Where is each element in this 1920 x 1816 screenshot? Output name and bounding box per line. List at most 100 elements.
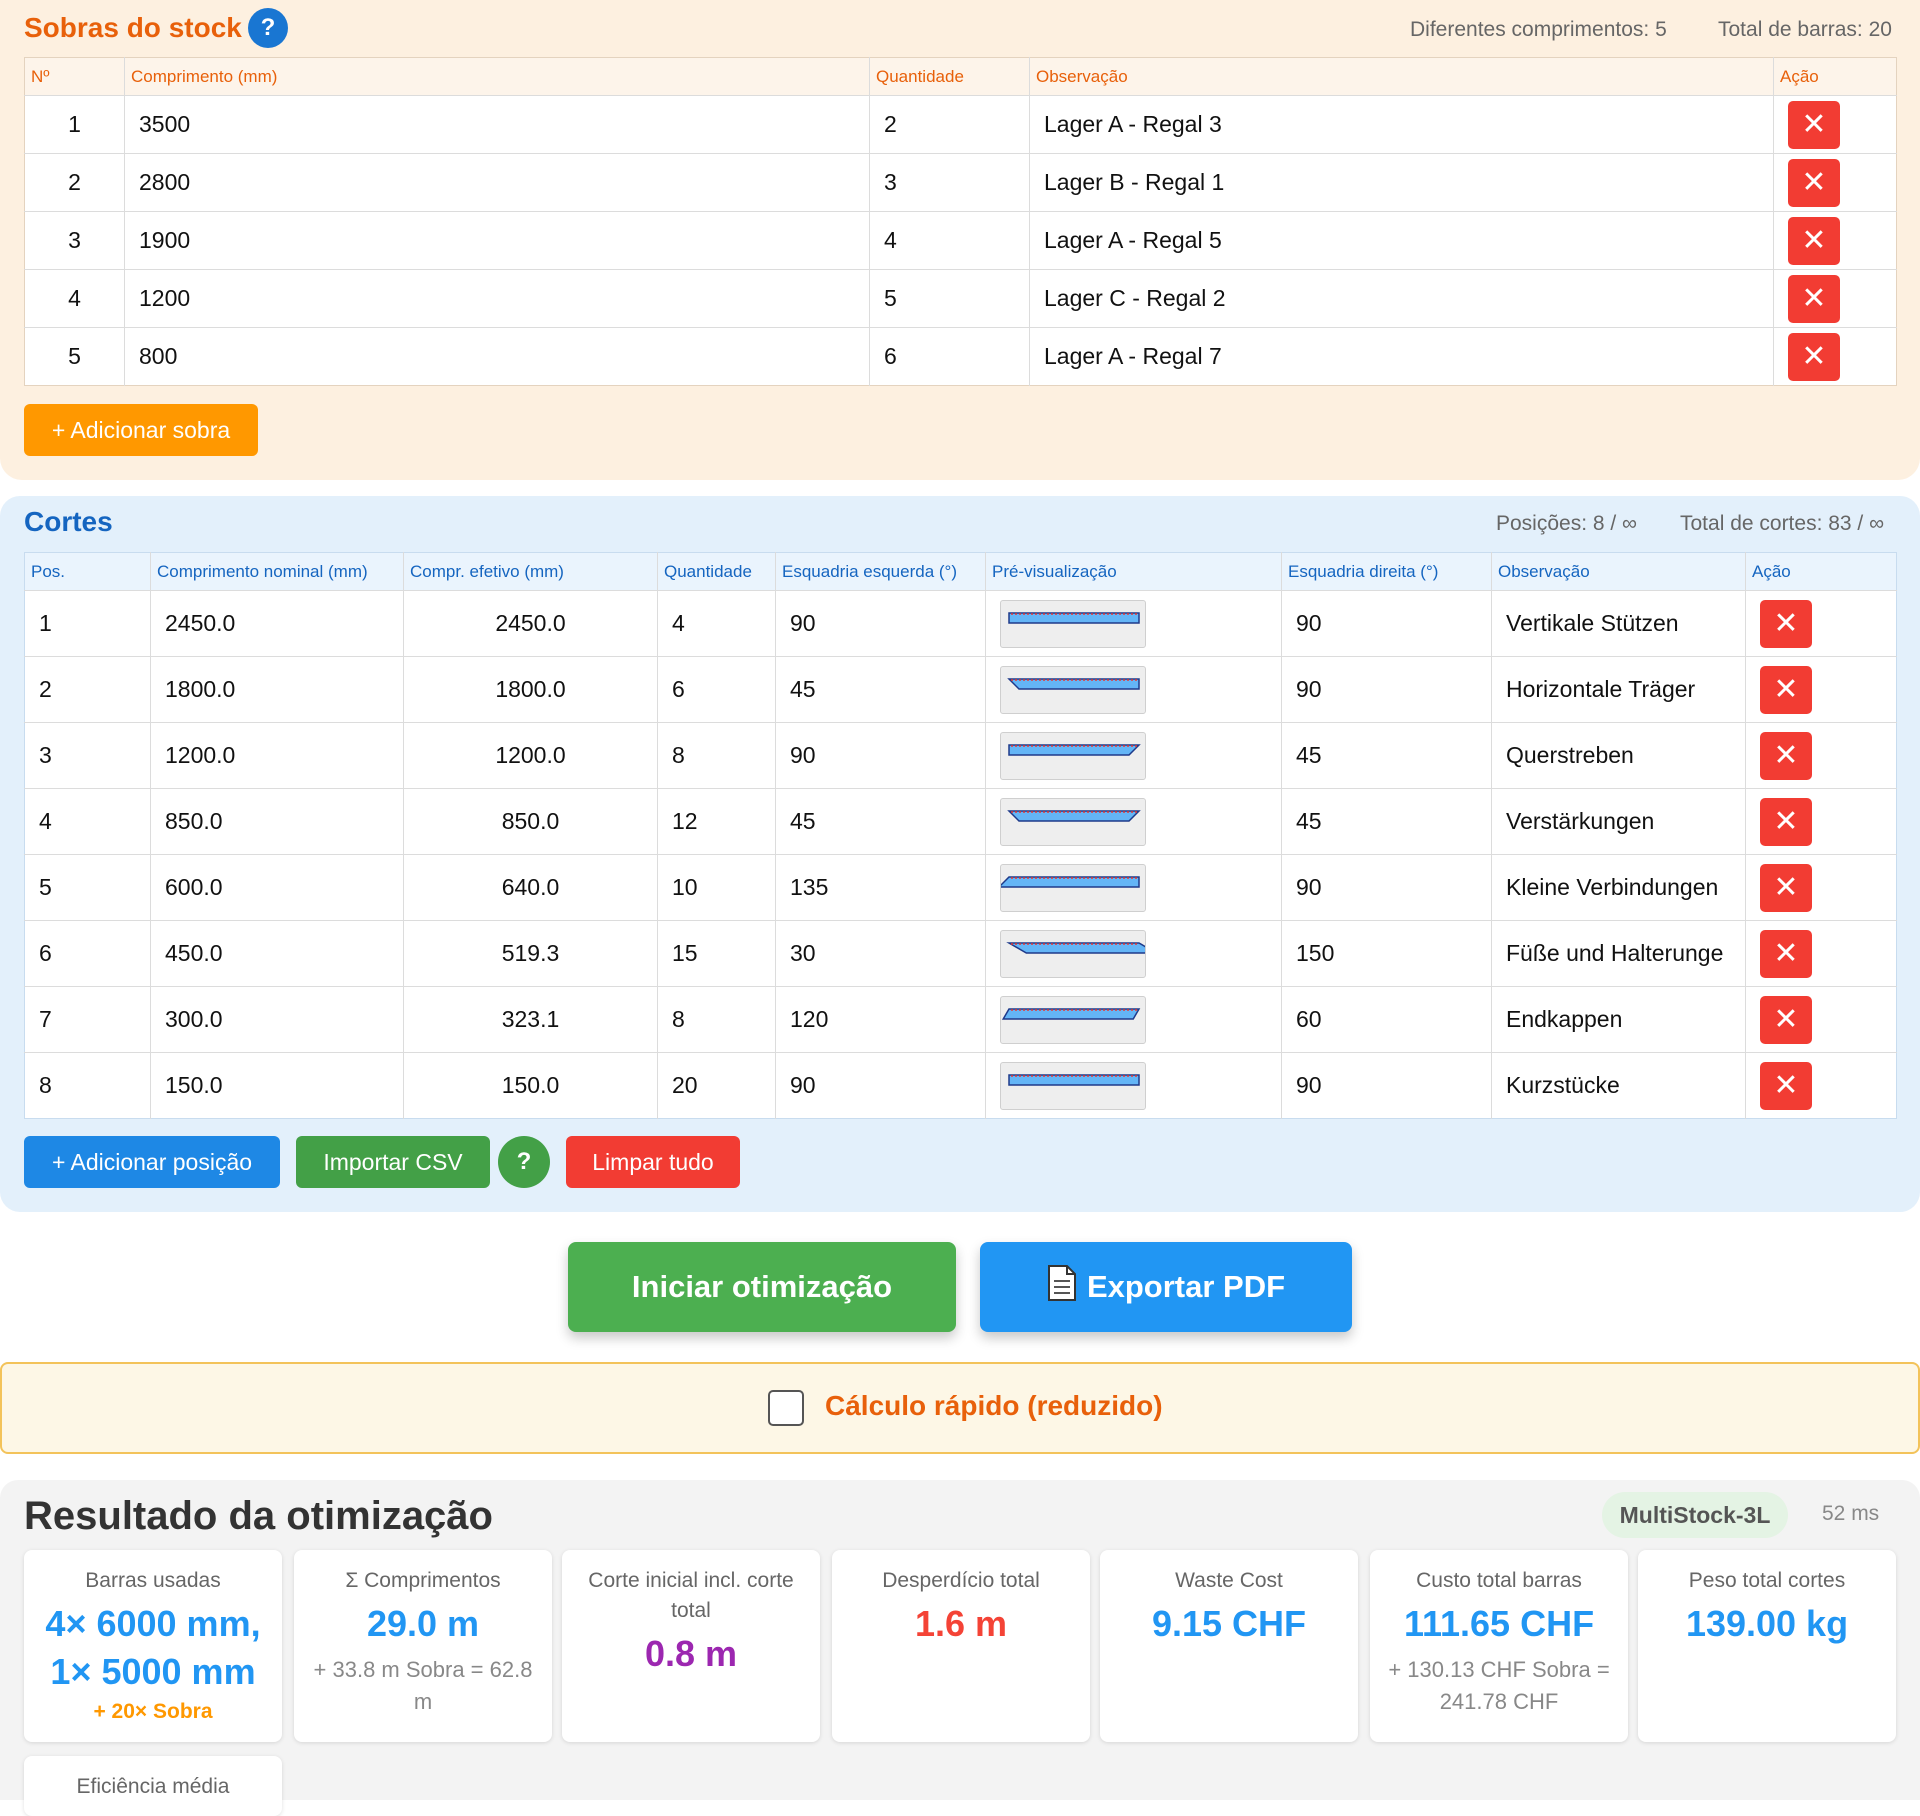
stock-note-input[interactable]: Lager C - Regal 2 bbox=[1029, 269, 1774, 328]
cut-quantity-input[interactable]: 12 bbox=[657, 788, 776, 855]
cut-nominal-input[interactable]: 2450.0 bbox=[150, 590, 404, 657]
cut-left-miter-input[interactable]: 90 bbox=[775, 590, 986, 657]
stock-quantity-input[interactable]: 6 bbox=[869, 327, 1030, 386]
cut-right-miter-input[interactable]: 60 bbox=[1281, 986, 1492, 1053]
cut-right-miter-input[interactable]: 45 bbox=[1281, 788, 1492, 855]
stock-quantity-input[interactable]: 5 bbox=[869, 269, 1030, 328]
stock-length-input[interactable]: 2800 bbox=[124, 153, 870, 212]
close-icon: ✕ bbox=[1773, 936, 1799, 970]
stock-total-bars: Total de barras: 20 bbox=[1718, 18, 1892, 41]
cut-right-miter-input[interactable]: 90 bbox=[1281, 1052, 1492, 1119]
stock-length-input[interactable]: 1900 bbox=[124, 211, 870, 270]
stock-quantity-input[interactable]: 3 bbox=[869, 153, 1030, 212]
stock-help-button[interactable]: ? bbox=[248, 8, 288, 48]
start-optimization-button[interactable]: Iniciar otimização bbox=[568, 1242, 956, 1332]
cut-position: 4 bbox=[24, 788, 151, 855]
stock-note-input[interactable]: Lager A - Regal 7 bbox=[1029, 327, 1774, 386]
cut-position: 1 bbox=[24, 590, 151, 657]
cuts-table: Pos. Comprimento nominal (mm) Compr. efe… bbox=[24, 552, 1897, 1119]
delete-button[interactable]: ✕ bbox=[1788, 158, 1840, 207]
cut-position: 8 bbox=[24, 1052, 151, 1119]
cut-quantity-input[interactable]: 6 bbox=[657, 656, 776, 723]
cut-right-miter-input[interactable]: 150 bbox=[1281, 920, 1492, 987]
cut-note-input[interactable]: Vertikale Stützen bbox=[1491, 590, 1746, 657]
cut-nominal-input[interactable]: 150.0 bbox=[150, 1052, 404, 1119]
cut-quantity-input[interactable]: 20 bbox=[657, 1052, 776, 1119]
cut-nominal-input[interactable]: 600.0 bbox=[150, 854, 404, 921]
cut-quantity-input[interactable]: 8 bbox=[657, 722, 776, 789]
cut-note-input[interactable]: Füße und Halterunge bbox=[1491, 920, 1746, 987]
cut-preview-cell bbox=[985, 986, 1282, 1053]
col-header-note: Observação bbox=[1491, 552, 1746, 591]
col-header-quantity: Quantidade bbox=[869, 57, 1030, 96]
cut-left-miter-input[interactable]: 30 bbox=[775, 920, 986, 987]
stock-length-input[interactable]: 1200 bbox=[124, 269, 870, 328]
stock-quantity-input[interactable]: 4 bbox=[869, 211, 1030, 270]
delete-button[interactable]: ✕ bbox=[1788, 274, 1840, 323]
delete-button[interactable]: ✕ bbox=[1760, 929, 1812, 978]
col-header-effective: Compr. efetivo (mm) bbox=[403, 552, 658, 591]
close-icon: ✕ bbox=[1773, 672, 1799, 706]
stock-length-input[interactable]: 3500 bbox=[124, 95, 870, 154]
cut-right-miter-input[interactable]: 90 bbox=[1281, 854, 1492, 921]
stock-note-input[interactable]: Lager A - Regal 5 bbox=[1029, 211, 1774, 270]
cut-left-miter-input[interactable]: 135 bbox=[775, 854, 986, 921]
stock-note-input[interactable]: Lager A - Regal 3 bbox=[1029, 95, 1774, 154]
cut-nominal-input[interactable]: 1800.0 bbox=[150, 656, 404, 723]
cut-note-input[interactable]: Horizontale Träger bbox=[1491, 656, 1746, 723]
delete-button[interactable]: ✕ bbox=[1760, 995, 1812, 1044]
miter-preview bbox=[1000, 863, 1146, 912]
cut-note-input[interactable]: Kurzstücke bbox=[1491, 1052, 1746, 1119]
cut-right-miter-input[interactable]: 90 bbox=[1281, 590, 1492, 657]
cut-row: 6 450.0 519.3 15 30 150 Füße und Halterunge ✕ bbox=[24, 920, 1897, 987]
cut-note-input[interactable]: Kleine Verbindungen bbox=[1491, 854, 1746, 921]
cut-left-miter-input[interactable]: 120 bbox=[775, 986, 986, 1053]
cut-left-miter-input[interactable]: 90 bbox=[775, 722, 986, 789]
cut-left-miter-input[interactable]: 45 bbox=[775, 788, 986, 855]
delete-button[interactable]: ✕ bbox=[1760, 797, 1812, 846]
cut-nominal-input[interactable]: 850.0 bbox=[150, 788, 404, 855]
close-icon: ✕ bbox=[1773, 738, 1799, 772]
close-icon: ✕ bbox=[1773, 1002, 1799, 1036]
delete-button[interactable]: ✕ bbox=[1760, 731, 1812, 780]
stock-length-input[interactable]: 800 bbox=[124, 327, 870, 386]
delete-button[interactable]: ✕ bbox=[1788, 100, 1840, 149]
delete-button[interactable]: ✕ bbox=[1760, 599, 1812, 648]
cut-quantity-input[interactable]: 10 bbox=[657, 854, 776, 921]
csv-help-button[interactable]: ? bbox=[498, 1136, 550, 1188]
quick-calc-checkbox[interactable] bbox=[768, 1390, 804, 1426]
import-csv-button[interactable]: Importar CSV bbox=[296, 1136, 490, 1188]
cut-action-cell: ✕ bbox=[1745, 722, 1897, 789]
delete-button[interactable]: ✕ bbox=[1788, 332, 1840, 381]
delete-button[interactable]: ✕ bbox=[1760, 863, 1812, 912]
cut-right-miter-input[interactable]: 90 bbox=[1281, 656, 1492, 723]
cut-note-input[interactable]: Querstreben bbox=[1491, 722, 1746, 789]
cut-row: 1 2450.0 2450.0 4 90 90 Vertikale Stützen ✕ bbox=[24, 590, 1897, 657]
stock-title: Sobras do stock bbox=[24, 12, 242, 43]
cut-left-miter-input[interactable]: 90 bbox=[775, 1052, 986, 1119]
quick-calc-label[interactable]: Cálculo rápido (reduzido) bbox=[825, 1390, 1163, 1422]
cut-quantity-input[interactable]: 15 bbox=[657, 920, 776, 987]
cut-note-input[interactable]: Endkappen bbox=[1491, 986, 1746, 1053]
stock-note-input[interactable]: Lager B - Regal 1 bbox=[1029, 153, 1774, 212]
card-total-waste: Desperdício total 1.6 m bbox=[832, 1550, 1090, 1742]
add-position-button[interactable]: + Adicionar posição bbox=[24, 1136, 280, 1188]
cut-nominal-input[interactable]: 1200.0 bbox=[150, 722, 404, 789]
cut-nominal-input[interactable]: 300.0 bbox=[150, 986, 404, 1053]
cut-note-input[interactable]: Verstärkungen bbox=[1491, 788, 1746, 855]
clear-all-button[interactable]: Limpar tudo bbox=[566, 1136, 740, 1188]
cut-right-miter-input[interactable]: 45 bbox=[1281, 722, 1492, 789]
cut-quantity-input[interactable]: 4 bbox=[657, 590, 776, 657]
stock-row-number: 2 bbox=[24, 153, 125, 212]
cut-left-miter-input[interactable]: 45 bbox=[775, 656, 986, 723]
delete-button[interactable]: ✕ bbox=[1760, 665, 1812, 714]
delete-button[interactable]: ✕ bbox=[1760, 1061, 1812, 1110]
cut-nominal-input[interactable]: 450.0 bbox=[150, 920, 404, 987]
export-pdf-button[interactable]: Exportar PDF bbox=[980, 1242, 1352, 1332]
stock-quantity-input[interactable]: 2 bbox=[869, 95, 1030, 154]
cut-quantity-input[interactable]: 8 bbox=[657, 986, 776, 1053]
delete-button[interactable]: ✕ bbox=[1788, 216, 1840, 265]
add-leftover-button[interactable]: + Adicionar sobra bbox=[24, 404, 258, 456]
cut-effective-length: 640.0 bbox=[403, 854, 658, 921]
card-total-weight: Peso total cortes 139.00 kg bbox=[1638, 1550, 1896, 1742]
